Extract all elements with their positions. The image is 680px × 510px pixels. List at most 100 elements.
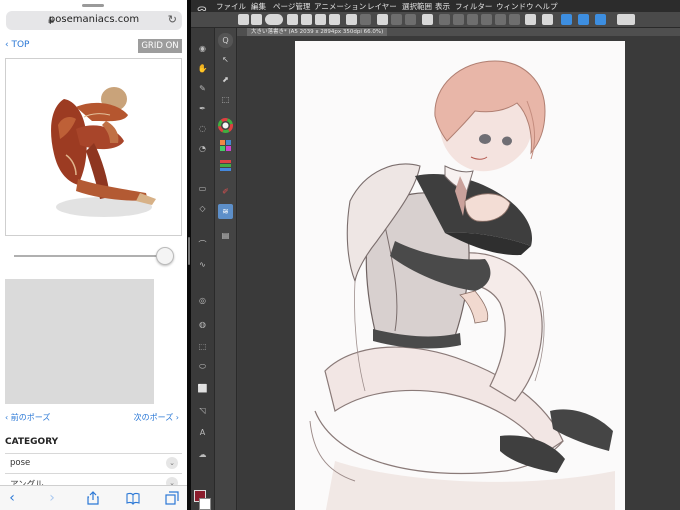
menu-file[interactable]: ファイル xyxy=(216,1,246,12)
menu-page[interactable]: ページ管理 xyxy=(273,1,310,12)
clip-studio-pane: ᯅ ファイル 編集 ページ管理 アニメーション レイヤー 選択範囲 表示 フィル… xyxy=(191,0,680,510)
sub-color-swatch[interactable] xyxy=(199,498,211,510)
redo-icon[interactable] xyxy=(360,14,371,25)
next-pose-link[interactable]: 次のポーズ › xyxy=(134,412,179,423)
menu-bar: ᯅ ファイル 編集 ページ管理 アニメーション レイヤー 選択範囲 表示 フィル… xyxy=(191,0,680,14)
clear-icon[interactable] xyxy=(377,14,388,25)
rotate-icon[interactable] xyxy=(525,14,536,25)
subtool-17-icon[interactable]: A xyxy=(196,426,209,439)
save-icon[interactable] xyxy=(315,14,326,25)
subtool-2-icon[interactable]: ✋ xyxy=(196,62,209,75)
menu-animation[interactable]: アニメーション xyxy=(314,1,366,12)
multitasking-grabber[interactable] xyxy=(82,4,104,7)
subtool-5-icon[interactable]: ◌ xyxy=(196,122,209,135)
snap-ruler-icon[interactable] xyxy=(561,14,572,25)
operation-tool-icon[interactable]: ⬈ xyxy=(218,72,233,87)
menu-help[interactable]: ヘルプ xyxy=(535,1,558,12)
split-divider-handle[interactable] xyxy=(188,237,190,265)
save-dropdown-icon[interactable] xyxy=(329,14,340,25)
grid-toggle-button[interactable]: GRID ON xyxy=(138,39,182,53)
share-icon[interactable] xyxy=(83,489,103,507)
forward-icon[interactable]: › xyxy=(42,489,62,507)
rotation-slider-track[interactable] xyxy=(14,255,164,257)
menu-view[interactable]: 表示 xyxy=(435,1,450,12)
layer-glyph-icon: ▤ xyxy=(221,231,230,240)
transform-icon[interactable] xyxy=(422,14,433,25)
move-glyph-icon: ↖ xyxy=(222,55,229,64)
undo-icon[interactable] xyxy=(346,14,357,25)
operation-glyph-icon: ⬈ xyxy=(222,75,229,84)
page-nav: ‹ TOP GRID ON xyxy=(0,38,187,54)
color-set-icon[interactable] xyxy=(218,138,233,153)
back-icon[interactable]: ‹ xyxy=(2,489,22,507)
subtool-4-icon[interactable]: ✒ xyxy=(196,102,209,115)
tabs-icon[interactable] xyxy=(162,489,182,507)
top-link-label: TOP xyxy=(11,40,30,50)
snap-special-ruler-icon[interactable] xyxy=(578,14,589,25)
split-view: posemaniacs.com ↻ ‹ TOP GRID ON ‹ 前のポーズ … xyxy=(0,0,680,510)
sub-tool-bar: ◉ ✋ ✎ ✒ ◌ ◔ ▭ ◇ ⌒ ∿ ◎ ◍ ⬚ ⬭ ⬜ ◹ A ☁ xyxy=(191,28,215,510)
paste-icon[interactable] xyxy=(467,14,478,25)
safari-toolbar: ‹ › xyxy=(0,485,187,510)
subtool-10-icon[interactable]: ∿ xyxy=(196,258,209,271)
subtool-12-icon[interactable]: ◍ xyxy=(196,318,209,331)
category-row-pose[interactable]: pose ⌄ xyxy=(5,453,182,471)
snap-grid-icon[interactable] xyxy=(595,14,606,25)
subtool-6-icon[interactable]: ◔ xyxy=(196,142,209,155)
fill-icon[interactable] xyxy=(405,14,416,25)
canvas-tab[interactable]: 大きい落書き* (A5 2039 x 2894px 350dpi 66.0%) xyxy=(247,28,388,36)
safari-pane: posemaniacs.com ↻ ‹ TOP GRID ON ‹ 前のポーズ … xyxy=(0,0,187,510)
open-file-icon[interactable] xyxy=(301,14,312,25)
layer-palette-icon[interactable]: ▤ xyxy=(218,228,233,243)
subtool-15-icon[interactable]: ⬜ xyxy=(196,382,209,395)
color-history-icon[interactable] xyxy=(218,158,233,173)
menu-filter[interactable]: フィルター xyxy=(455,1,492,12)
menu-window[interactable]: ウィンドウ xyxy=(496,1,534,12)
deselect-icon[interactable] xyxy=(439,14,450,25)
subtool-16-icon[interactable]: ◹ xyxy=(196,404,209,417)
subtool-1-icon[interactable]: ◉ xyxy=(196,42,209,55)
subtool-7-icon[interactable]: ▭ xyxy=(196,182,209,195)
address-bar[interactable]: posemaniacs.com ↻ xyxy=(6,11,182,30)
subtool-11-icon[interactable]: ◎ xyxy=(196,294,209,307)
top-link[interactable]: ‹ TOP xyxy=(5,40,29,50)
new-file-icon[interactable] xyxy=(287,14,298,25)
clip-studio-icon[interactable] xyxy=(265,14,283,25)
subtool-9-icon[interactable]: ⌒ xyxy=(196,238,209,251)
new-canvas-icon[interactable] xyxy=(238,14,249,25)
prev-pose-link[interactable]: ‹ 前のポーズ xyxy=(5,412,50,423)
copy-icon[interactable] xyxy=(453,14,464,25)
category-label: pose xyxy=(10,458,31,468)
bookmarks-icon[interactable] xyxy=(123,489,143,507)
menu-edit[interactable]: 編集 xyxy=(251,1,266,12)
scale-icon[interactable] xyxy=(509,14,520,25)
help-icon[interactable] xyxy=(617,14,635,25)
subtool-13-icon[interactable]: ⬚ xyxy=(196,340,209,353)
menu-selection[interactable]: 選択範囲 xyxy=(402,1,432,12)
zoom-glyph-icon: Q xyxy=(222,36,229,45)
3d-pose-viewer[interactable] xyxy=(5,58,182,236)
color-wheel-icon[interactable] xyxy=(218,118,233,133)
flip-icon[interactable] xyxy=(542,14,553,25)
subtool-18-icon[interactable]: ☁ xyxy=(196,448,209,461)
rotation-slider-knob[interactable] xyxy=(156,247,174,265)
pose-pagination: ‹ 前のポーズ 次のポーズ › xyxy=(0,410,187,424)
invert-selection-icon[interactable] xyxy=(481,14,492,25)
reload-icon[interactable]: ↻ xyxy=(168,14,177,26)
subtool-14-icon[interactable]: ⬭ xyxy=(196,360,209,373)
crop-icon[interactable] xyxy=(495,14,506,25)
brush-tool-icon[interactable]: ≋ xyxy=(218,204,233,219)
url-text: posemaniacs.com xyxy=(48,14,140,25)
open-icon[interactable] xyxy=(251,14,262,25)
pen-tool-icon[interactable]: ✐ xyxy=(218,184,233,199)
menu-layer[interactable]: レイヤー xyxy=(367,1,397,12)
zoom-tool-icon[interactable]: Q xyxy=(218,33,233,48)
move-tool-icon[interactable]: ↖ xyxy=(218,52,233,67)
subtool-8-icon[interactable]: ◇ xyxy=(196,202,209,215)
clear-outside-icon[interactable] xyxy=(391,14,402,25)
pose-model-figure[interactable] xyxy=(6,59,181,235)
subtool-3-icon[interactable]: ✎ xyxy=(196,82,209,95)
selection-tool-icon[interactable]: ⬚ xyxy=(218,92,233,107)
next-pose-label: 次のポーズ xyxy=(133,413,174,422)
drawing-canvas[interactable] xyxy=(295,41,625,510)
